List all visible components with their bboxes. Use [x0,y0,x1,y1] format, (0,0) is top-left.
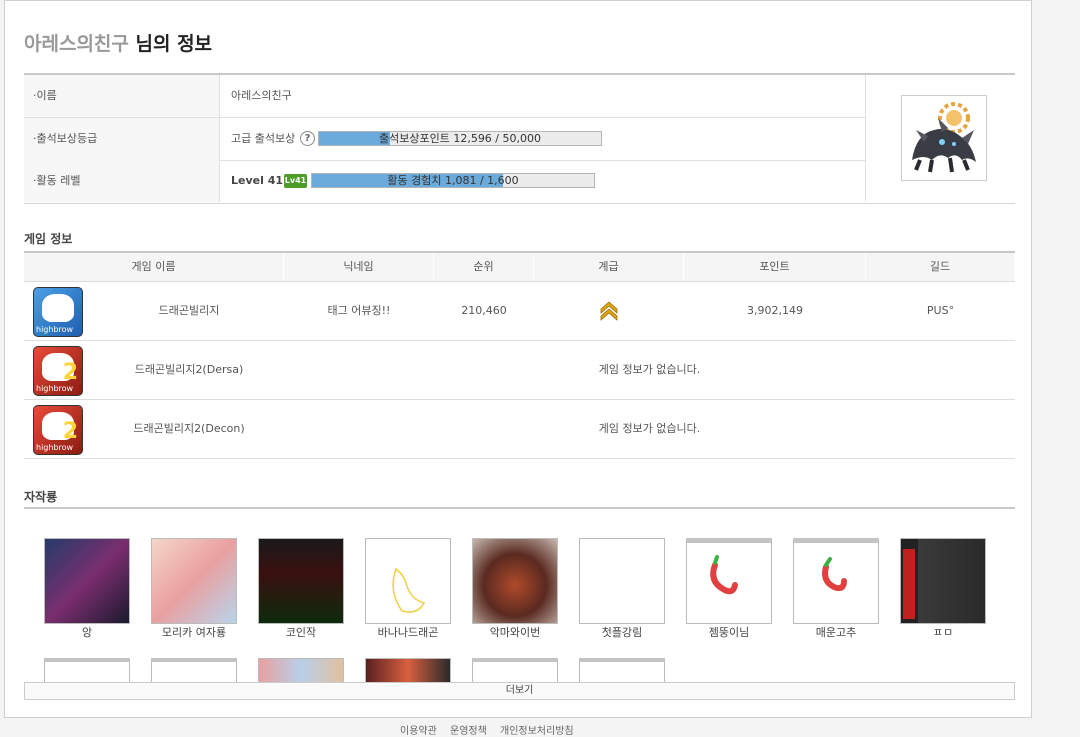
game-table-header: 게임 이름 닉네임 순위 계급 포인트 길드 [24,253,1015,282]
page-title-nickname: 아레스의친구 [24,33,129,55]
game-guild: PUS° [926,304,955,317]
work-thumbnail[interactable] [793,538,879,624]
chili-sketch-icon [822,557,847,592]
avatar-cell [865,75,1016,201]
works-title: 자작룡 [24,490,58,504]
chili-sketch-icon [710,555,738,595]
experience-progress-text: 활동 경험치 1,081 / 1,600 [387,174,519,187]
dragon-village-2-game-icon[interactable]: 2 highbrow [33,346,83,396]
works-divider [24,507,1015,509]
no-game-info: 게임 정보가 없습니다. [598,363,701,376]
profile-value-level: Level 41 [231,174,284,187]
work-thumbnail[interactable] [686,538,772,624]
dragon-village-2-game-icon[interactable]: 2 highbrow [33,405,83,455]
game-nickname: 태그 어뷰징!! [327,304,391,317]
page-title: 아레스의친구 님의 정보 [24,29,212,56]
work-label: 코인작 [285,626,317,639]
attendance-progress-bar: 출석보상포인트 12,596 / 50,000 [318,131,602,146]
work-thumbnail[interactable] [472,538,558,624]
col-game-name: 게임 이름 [24,253,284,281]
work-label: 바나나드래곤 [377,626,439,639]
attendance-progress-text: 출석보상포인트 12,596 / 50,000 [378,132,541,145]
col-grade: 계급 [534,253,684,281]
work-label: 매운고추 [815,626,857,639]
brand-text: highbrow [36,384,74,393]
game-info-title: 게임 정보 [24,232,73,246]
banana-dragon-sketch-icon [392,567,426,613]
red-card-icon [903,549,915,619]
work-thumbnail[interactable] [44,538,130,624]
grade-cell [534,282,684,340]
profile-panel: 아레스의친구 님의 정보 ·이름 아레스의친구 ·출석보상등급 고급 출석보상 … [4,0,1032,718]
profile-label-name: ·이름 [24,75,220,117]
game-name: 드래곤빌리지2(Decon) [133,422,245,435]
work-label: 악마와이번 [489,626,541,639]
game-name: 드래곤빌리지 [158,304,220,317]
brand-text: highbrow [36,443,74,452]
no-game-info: 게임 정보가 없습니다. [598,422,701,435]
game-info-table: 게임 이름 닉네임 순위 계급 포인트 길드 highbrow 드래곤빌리지 태… [24,251,1015,459]
page-title-suffix: 님의 정보 [128,33,213,55]
table-row: 2 highbrow 드래곤빌리지2(Decon) 게임 정보가 없습니다. [24,400,1015,459]
dragon-village-game-icon[interactable]: highbrow [33,287,83,337]
profile-row-level: ·활동 레벨 Level 41 Lv41 활동 경험치 1,081 / 1,60… [24,160,865,202]
profile-table: ·이름 아레스의친구 ·출석보상등급 고급 출석보상 ? 출석보상포인트 12,… [24,73,1015,204]
table-row: highbrow 드래곤빌리지 태그 어뷰징!! 210,460 3,902,1… [24,282,1015,341]
game-icon-number: 2 [62,360,78,385]
brand-text: highbrow [36,325,74,334]
profile-label-level: ·활동 레벨 [24,160,220,202]
rank-chevron-icon [600,301,618,321]
work-thumbnail[interactable] [258,538,344,624]
work-thumbnail[interactable] [900,538,986,624]
footer-link-privacy[interactable]: 개인정보처리방침 [500,726,574,737]
table-row: 2 highbrow 드래곤빌리지2(Dersa) 게임 정보가 없습니다. [24,341,1015,400]
work-label: 첫플강림 [601,626,643,639]
dragon-head-icon [42,294,74,322]
col-guild: 길드 [866,253,1015,281]
more-button[interactable]: 더보기 [24,682,1015,700]
profile-value-attendance: 고급 출석보상 [231,132,296,145]
experience-progress-bar: 활동 경험치 1,081 / 1,600 [311,173,595,188]
game-rank: 210,460 [461,304,507,317]
avatar[interactable] [901,95,987,181]
profile-label-attendance: ·출석보상등급 [24,118,220,160]
col-nickname: 닉네임 [284,253,434,281]
footer-link-policy[interactable]: 운영정책 [450,726,487,737]
game-point: 3,902,149 [747,304,803,317]
game-name: 드래곤빌리지2(Dersa) [134,363,244,376]
work-thumbnail[interactable] [151,538,237,624]
profile-value-name: 아레스의친구 [231,89,292,102]
work-label: ㅍㅁ [932,626,954,639]
work-label: 앙 [81,626,93,639]
profile-row-attendance: ·출석보상등급 고급 출석보상 ? 출석보상포인트 12,596 / 50,00… [24,118,865,161]
work-thumbnail[interactable] [365,538,451,624]
work-label: 젬뚱이님 [708,626,750,639]
level-badge-icon: Lv41 [284,174,307,188]
col-rank: 순위 [434,253,534,281]
footer-links: 이용약관 운영정책 개인정보처리방침 [400,722,584,737]
help-icon[interactable]: ? [300,131,315,146]
game-icon-number: 2 [62,419,78,444]
dragon-avatar-icon [912,102,976,173]
works-gallery: 앙 모리카 여자룡 코인작 바나나드래곤 악마와이번 첫플강림 젬뚱이님 매운고… [5,536,1031,686]
col-point: 포인트 [684,253,866,281]
footer-link-terms[interactable]: 이용약관 [400,726,437,737]
profile-row-name: ·이름 아레스의친구 [24,75,865,118]
work-thumbnail[interactable] [579,538,665,624]
work-label: 모리카 여자룡 [161,626,227,639]
